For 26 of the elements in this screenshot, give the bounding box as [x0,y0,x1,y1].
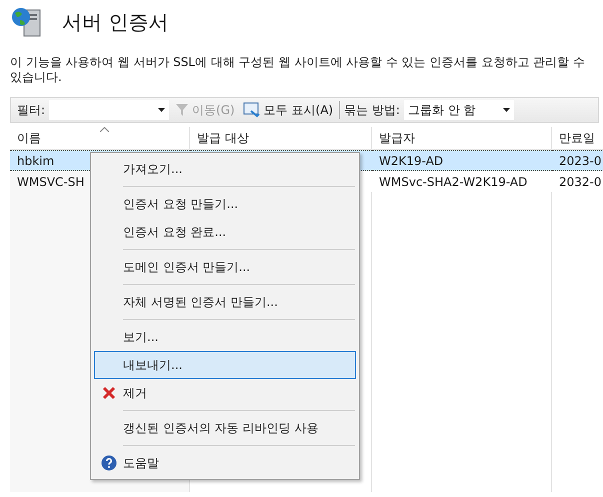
filter-icon [175,103,190,117]
menu-item[interactable]: 도메인 인증서 만들기... [94,253,356,281]
page-title: 서버 인증서 [62,8,168,36]
window-arrow-icon [242,102,261,118]
dropdown-arrow-icon [502,108,510,112]
group-by-dropdown[interactable]: 그룹화 안 함 [404,100,514,120]
menu-item[interactable]: 인증서 요청 완료... [94,218,356,246]
menu-item[interactable]: 갱신된 인증서의 자동 리바인딩 사용 [94,414,356,442]
menu-item[interactable]: 내보내기... [94,351,356,379]
table-cell: W2K19-AD [372,150,552,171]
close-icon [102,386,116,400]
show-all-button[interactable]: 모두 표시(A) [240,102,336,118]
menu-item[interactable]: 자체 서명된 인증서 만들기... [94,288,356,316]
dropdown-arrow-icon [158,108,166,112]
table-cell-text: 2032-0 [558,174,603,190]
menu-item[interactable]: 제거 [94,379,356,407]
menu-item[interactable]: 인증서 요청 만들기... [94,190,356,218]
page-description: 이 기능을 사용하여 웹 서버가 SSL에 대해 구성된 웹 사이트에 사용할 수 있는 인증서를 요청하고 관리할 수 있습니다. [10,55,586,85]
filter-label: 필터: [17,102,46,118]
menu-item[interactable]: 도움말 [94,449,356,477]
help-icon [101,455,117,471]
menu-item[interactable]: 보기... [94,323,356,351]
table-cell: 2023-0 [552,150,603,171]
table-cell-text: WMSvc-SHA2-W2K19-AD [378,174,528,190]
group-by-label: 묶는 방법: [344,102,400,118]
filter-field[interactable] [49,100,170,120]
